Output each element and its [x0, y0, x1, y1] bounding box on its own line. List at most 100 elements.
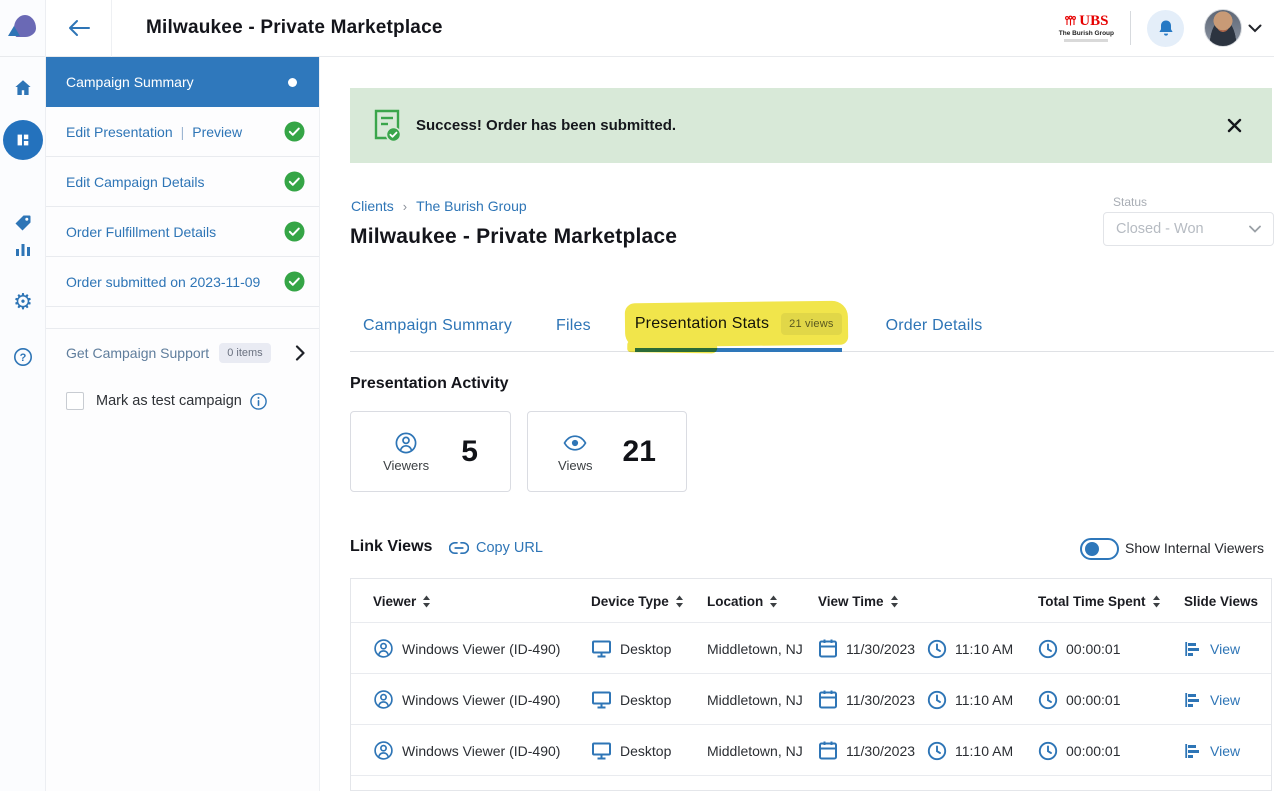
chevron-down-icon — [1249, 225, 1261, 233]
tab-campaign-summary[interactable]: Campaign Summary — [363, 300, 512, 352]
tag-icon[interactable] — [0, 213, 46, 233]
views-value: 21 — [623, 435, 656, 469]
tab-order-details[interactable]: Order Details — [886, 300, 983, 352]
device-type: Desktop — [620, 743, 671, 759]
desktop-icon — [591, 741, 612, 761]
slide-views-chart-icon — [1184, 640, 1202, 658]
ubs-brand-logo: UBS The Burish Group — [1059, 14, 1114, 43]
edit-presentation-link[interactable]: Edit Presentation — [66, 124, 173, 140]
tab-presentation-stats[interactable]: Presentation Stats 21 views — [635, 300, 842, 352]
sidebar-item-campaign-summary[interactable]: Campaign Summary — [46, 57, 319, 107]
check-circle-icon — [284, 121, 305, 142]
column-header-device-type[interactable]: Device Type — [591, 579, 684, 623]
preview-link[interactable]: Preview — [192, 124, 242, 140]
tab-label: Campaign Summary — [363, 317, 512, 335]
active-step-dot — [288, 78, 297, 87]
view-date: 11/30/2023 — [846, 692, 915, 708]
support-label: Get Campaign Support — [66, 345, 209, 361]
copy-url-button[interactable]: Copy URL — [449, 540, 543, 556]
topbar-divider — [1130, 11, 1131, 45]
status-dropdown[interactable]: Closed - Won — [1103, 212, 1274, 246]
show-internal-viewers-toggle[interactable] — [1080, 538, 1119, 560]
view-clock-time: 11:10 AM — [955, 692, 1013, 708]
calendar-icon — [818, 740, 838, 761]
column-header-viewer[interactable]: Viewer — [373, 579, 431, 623]
test-campaign-row: Mark as test campaign — [46, 392, 319, 410]
breadcrumb-clients[interactable]: Clients — [351, 198, 394, 214]
column-label: View Time — [818, 594, 884, 609]
total-time-spent: 00:00:01 — [1066, 743, 1121, 759]
viewers-label: Viewers — [383, 458, 429, 473]
home-icon[interactable] — [0, 78, 46, 98]
sidebar-item-label: Campaign Summary — [66, 74, 194, 90]
banner-message: Success! Order has been submitted. — [416, 117, 676, 134]
views-stat-card: Views 21 — [527, 411, 687, 492]
clock-icon — [1038, 741, 1058, 761]
table-header: Viewer Device Type Location View Time To… — [351, 579, 1271, 623]
slide-views-chart-icon — [1184, 691, 1202, 709]
sidebar-item-label: Order submitted on 2023-11-09 — [66, 274, 260, 290]
logo-triangle-icon — [8, 26, 20, 36]
column-header-total-time-spent[interactable]: Total Time Spent — [1038, 579, 1161, 623]
sort-icon[interactable] — [890, 595, 899, 608]
sidebar-item-order-fulfillment[interactable]: Order Fulfillment Details — [46, 207, 319, 257]
get-campaign-support-button[interactable]: Get Campaign Support 0 items — [46, 328, 319, 376]
settings-gear-icon[interactable]: ⚙ — [0, 291, 46, 313]
test-campaign-checkbox[interactable] — [66, 392, 84, 410]
sort-icon[interactable] — [422, 595, 431, 608]
notifications-button[interactable] — [1147, 10, 1184, 47]
view-slides-link[interactable]: View — [1210, 743, 1240, 759]
back-button[interactable] — [46, 0, 112, 57]
view-date: 11/30/2023 — [846, 641, 915, 657]
document-check-icon — [372, 109, 402, 143]
column-label: Location — [707, 594, 763, 609]
view-slides-link[interactable]: View — [1210, 692, 1240, 708]
slide-views-chart-icon — [1184, 742, 1202, 760]
tab-bar: Campaign Summary Files Presentation Stat… — [350, 300, 1274, 352]
column-header-location[interactable]: Location — [707, 579, 778, 623]
status-label: Status — [1113, 195, 1147, 209]
account-chevron-down-icon[interactable] — [1248, 24, 1262, 33]
success-banner: Success! Order has been submitted. — [350, 88, 1272, 163]
column-label: Device Type — [591, 594, 669, 609]
sidebar-item-edit-presentation[interactable]: Edit Presentation | Preview — [46, 107, 319, 157]
clock-icon — [1038, 690, 1058, 710]
campaigns-icon[interactable] — [3, 120, 43, 160]
link-icon — [449, 541, 469, 555]
column-label: Slide Views — [1184, 594, 1258, 609]
sort-icon[interactable] — [769, 595, 778, 608]
presentation-activity-heading: Presentation Activity — [350, 375, 509, 393]
column-header-view-time[interactable]: View Time — [818, 579, 899, 623]
close-icon[interactable] — [1227, 118, 1242, 133]
bar-chart-icon[interactable] — [0, 240, 46, 258]
ubs-brand-fineprint — [1064, 39, 1108, 42]
label-separator: | — [181, 124, 185, 140]
link-views-heading: Link Views — [350, 538, 432, 556]
breadcrumb-separator: › — [403, 199, 407, 214]
tab-files[interactable]: Files — [556, 300, 591, 352]
sort-icon[interactable] — [675, 595, 684, 608]
column-label: Viewer — [373, 594, 416, 609]
clock-icon — [927, 690, 947, 710]
check-circle-icon — [284, 171, 305, 192]
toggle-knob — [1085, 542, 1099, 556]
sidebar-item-edit-campaign-details[interactable]: Edit Campaign Details — [46, 157, 319, 207]
app-logo[interactable] — [0, 0, 45, 57]
sidebar-item-label: Edit Campaign Details — [66, 174, 205, 190]
main-content: Success! Order has been submitted. Clien… — [320, 57, 1274, 791]
sort-icon[interactable] — [1152, 595, 1161, 608]
person-circle-icon — [394, 431, 418, 455]
user-avatar[interactable] — [1204, 9, 1242, 47]
icon-rail: ⚙ ? — [0, 0, 46, 791]
view-slides-link[interactable]: View — [1210, 641, 1240, 657]
table-row: Windows Viewer (ID-490) Desktop Middleto… — [351, 623, 1271, 674]
sidebar-item-order-submitted[interactable]: Order submitted on 2023-11-09 — [46, 257, 319, 307]
help-icon[interactable]: ? — [0, 347, 46, 367]
chevron-right-icon — [295, 345, 305, 361]
person-circle-icon — [373, 740, 394, 761]
viewers-stat-card: Viewers 5 — [350, 411, 511, 492]
ubs-keys-icon — [1064, 15, 1077, 27]
viewer-name: Windows Viewer (ID-490) — [402, 641, 560, 657]
info-icon[interactable] — [250, 393, 267, 410]
breadcrumb-burish-group[interactable]: The Burish Group — [416, 198, 527, 214]
